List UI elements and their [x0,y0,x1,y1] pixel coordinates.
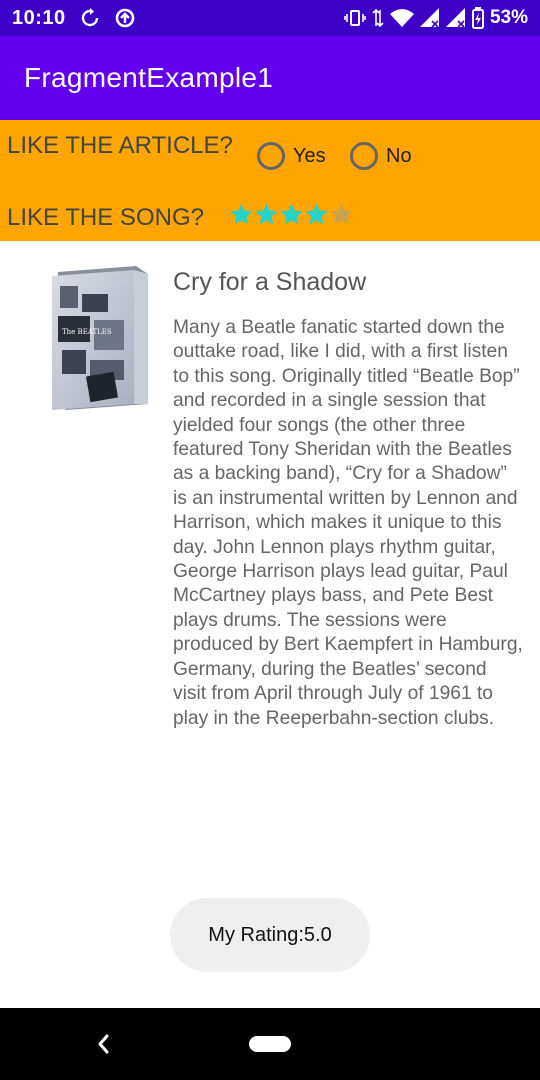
star-filled-icon[interactable] [254,202,279,227]
status-time: 10:10 [12,6,66,29]
song-description: Many a Beatle fanatic started down the o… [173,317,523,729]
wifi-icon [389,8,414,28]
signal-2-icon [445,8,466,28]
star-filled-icon[interactable] [304,202,329,227]
star-filled-icon[interactable] [229,202,254,227]
data-arrows-icon [372,8,384,28]
app-title: FragmentExample1 [24,62,274,93]
radio-yes-label: Yes [293,144,326,167]
star-empty-icon[interactable] [329,202,354,227]
app-bar: FragmentExample1 [0,36,540,120]
song-title: Cry for a Shadow [173,268,367,296]
song-rating-bar[interactable] [229,202,354,227]
star-filled-icon[interactable] [279,202,304,227]
my-rating-button[interactable]: My Rating:5.0 [170,898,370,972]
data-saver-icon [114,7,136,29]
radio-no-label: No [386,144,412,167]
vibrate-icon [344,8,366,28]
album-art-image: The BEATLES [48,264,150,412]
song-question: LIKE THE SONG? [7,204,204,231]
radio-yes-circle[interactable] [257,142,285,170]
radio-no-circle[interactable] [350,142,378,170]
album-art-text: The BEATLES [62,328,112,336]
radio-no[interactable]: No [350,142,412,170]
back-icon[interactable] [94,1032,112,1061]
status-bar: 10:10 53% [0,0,540,36]
article-question: LIKE THE ARTICLE? [7,132,233,159]
sync-icon [80,8,100,28]
signal-icon [419,8,440,28]
battery-percent: 53% [489,7,528,28]
home-pill-button[interactable] [249,1036,291,1052]
rating-panel: LIKE THE ARTICLE? Yes No LIKE THE SONG? [0,120,540,241]
navigation-bar [0,1008,540,1080]
radio-yes[interactable]: Yes [257,142,326,170]
battery-charging-icon [471,7,484,29]
